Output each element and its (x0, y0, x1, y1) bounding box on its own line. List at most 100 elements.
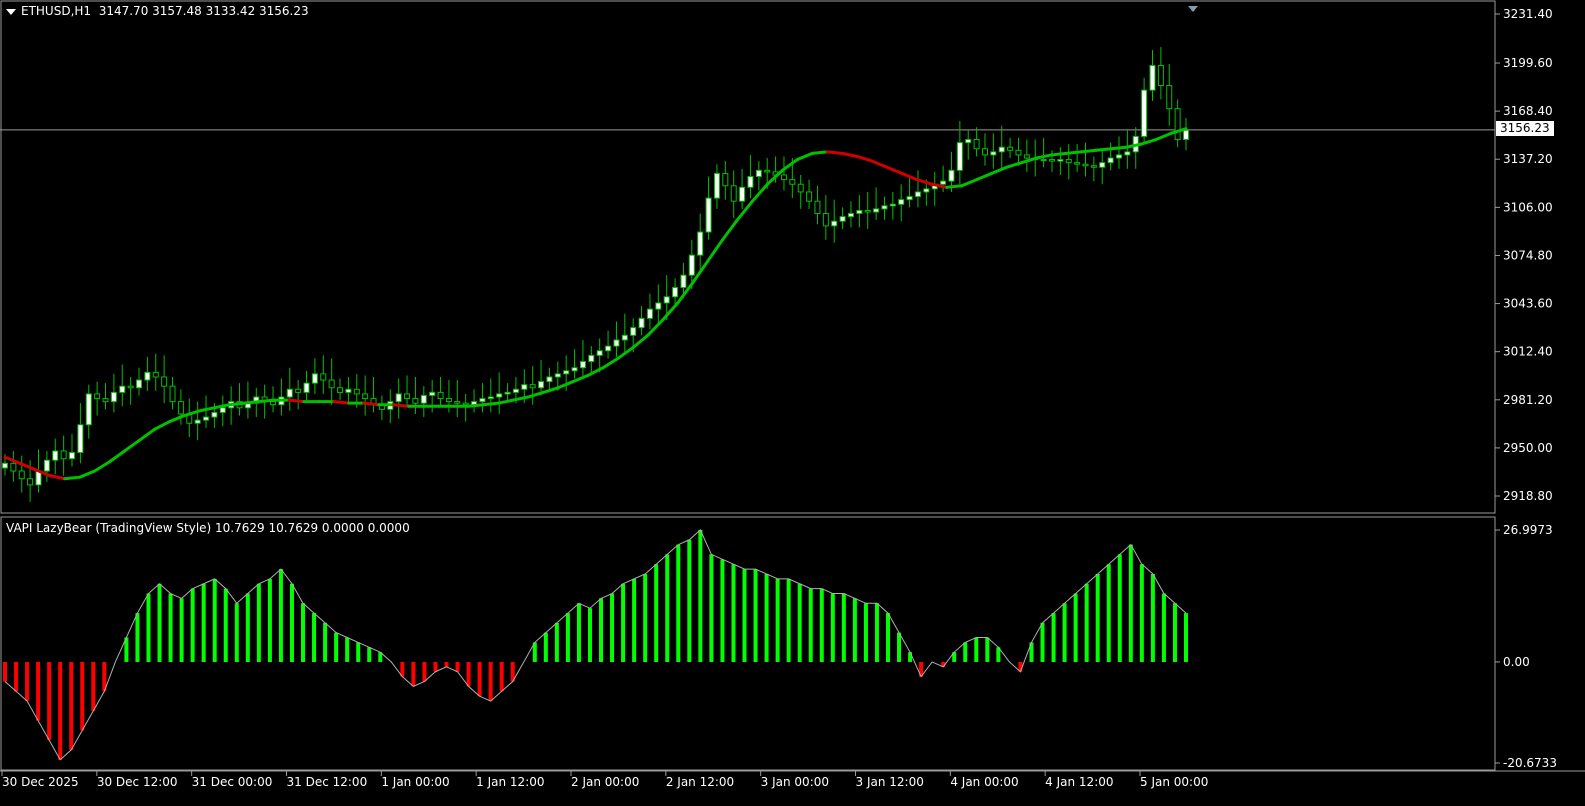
ma-segment (257, 398, 276, 404)
ma-segment (586, 366, 605, 377)
candle-body (144, 371, 151, 381)
candle-body (563, 370, 570, 375)
price-tick-label: 3074.80 (1503, 248, 1553, 262)
chart-header: ETHUSD,H1 3147.70 3157.48 3133.42 3156.2… (6, 2, 309, 20)
candle-body (571, 367, 578, 372)
ma-segment (63, 475, 82, 481)
candle-body (303, 382, 310, 393)
ma-segment (3, 455, 22, 465)
candle-body (311, 373, 318, 384)
candle-body (2, 462, 8, 469)
ma-segment (840, 151, 859, 158)
candle-body (420, 394, 427, 404)
candle-body (1157, 64, 1164, 87)
candle-body (136, 379, 143, 389)
candle-body (286, 388, 293, 398)
candle-body (169, 385, 176, 403)
symbol-label: ETHUSD,H1 (21, 4, 92, 18)
candle-body (1057, 159, 1064, 162)
candle-body (780, 174, 787, 181)
ma-segment (601, 356, 620, 370)
candle-body (538, 381, 545, 389)
ma-segment (721, 218, 740, 242)
candle-body (479, 398, 486, 403)
ma-segment (571, 373, 590, 384)
ma-segment (1064, 150, 1083, 155)
candle-body (856, 209, 863, 215)
ma-segment (975, 171, 994, 182)
candle-body (998, 146, 1005, 153)
price-tick-label: 3168.40 (1503, 104, 1553, 118)
candle-body (739, 186, 746, 202)
candle-body (110, 391, 117, 403)
ma-segment (855, 154, 874, 163)
vapi-histogram (3, 529, 1188, 761)
candle-body (680, 274, 687, 289)
candle-body (814, 200, 821, 215)
chart-canvas[interactable]: 3231.40 3199.60 3168.40 3137.20 3106.00 3074.… (0, 0, 1585, 806)
time-tick-label: 4 Jan 12:00 (1045, 775, 1113, 789)
candle-body (914, 191, 921, 198)
candle-body (395, 393, 402, 403)
ma-segment (108, 449, 127, 464)
chart-shift-marker[interactable] (1188, 6, 1198, 12)
candle-body (211, 411, 218, 418)
candle-body (789, 179, 796, 185)
ma-segment (123, 438, 142, 453)
price-tick-label: 3043.60 (1503, 297, 1553, 311)
moving-average-line (3, 127, 1188, 481)
candle-body (579, 361, 586, 369)
candle-body (1007, 146, 1014, 151)
time-tick-label: 31 Dec 12:00 (287, 775, 368, 789)
ma-segment (212, 403, 231, 410)
candle-body (923, 188, 930, 193)
candle-body (77, 424, 84, 454)
ma-segment (795, 151, 814, 162)
candle-body (873, 208, 880, 213)
candle-body (345, 388, 352, 393)
candle-body (429, 391, 436, 396)
price-axis: 3231.40 3199.60 3168.40 3137.20 3106.00 3074.… (1495, 7, 1553, 503)
candle-body (655, 302, 662, 310)
ma-segment (1094, 147, 1113, 152)
ma-segment (1079, 148, 1098, 154)
ma-segment (152, 420, 171, 431)
candle-body (646, 308, 653, 319)
candle-body (1183, 129, 1189, 141)
candle-body (630, 327, 637, 336)
ma-segment (197, 406, 216, 413)
candle-body (822, 213, 829, 227)
time-tick-label: 30 Dec 2025 (2, 775, 79, 789)
price-tick-label: 3137.20 (1503, 152, 1553, 166)
candle-body (1174, 108, 1181, 141)
candle-body (940, 180, 947, 185)
indicator-tick-label: 26.9973 (1503, 523, 1553, 537)
price-tick-label: 2918.80 (1503, 489, 1553, 503)
candle-body (362, 393, 369, 400)
candle-body (806, 191, 813, 202)
candle-body (1065, 159, 1072, 164)
indicator-tick-label: 0.00 (1503, 655, 1530, 669)
ma-segment (960, 178, 979, 188)
candle-body (295, 388, 302, 393)
collapse-triangle-icon[interactable] (6, 8, 16, 15)
candle-body (437, 391, 444, 400)
candle-body (445, 398, 452, 403)
ma-segment (780, 158, 799, 172)
ma-segment (556, 380, 575, 390)
candle-body (898, 199, 905, 205)
candle-body (462, 402, 469, 406)
ma-segment (706, 238, 725, 263)
candle-body (1082, 163, 1089, 167)
candle-body (1015, 149, 1022, 156)
candle-body (956, 142, 963, 171)
ma-segment (78, 469, 97, 479)
candle-body (797, 183, 804, 193)
time-tick-label: 5 Jan 00:00 (1140, 775, 1208, 789)
candle-body (94, 393, 101, 400)
candle-body (10, 462, 17, 472)
indicator-header: VAPI LazyBear (TradingView Style) 10.762… (6, 521, 410, 535)
candle-body (270, 401, 277, 406)
ma-segment (631, 333, 650, 350)
price-tick-label: 3231.40 (1503, 7, 1553, 21)
